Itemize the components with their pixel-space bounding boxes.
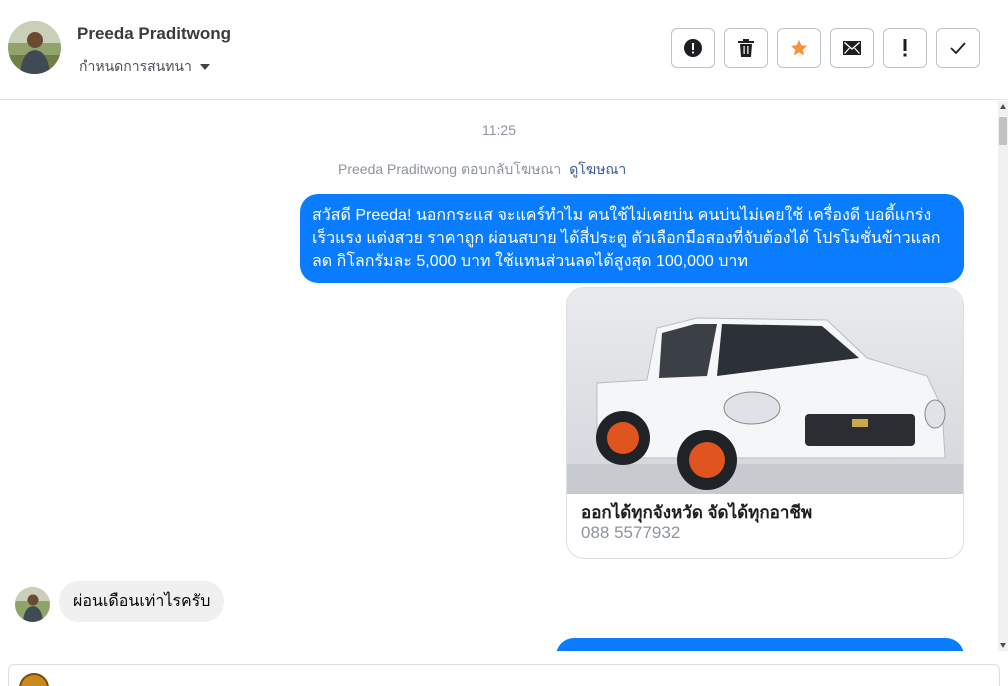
- contact-avatar[interactable]: [8, 21, 61, 74]
- contact-avatar-small: [15, 587, 50, 622]
- ad-card-title: ออกได้ทุกจังหวัด จัดได้ทุกอาชีพ: [581, 503, 813, 522]
- outgoing-message-bubble-partial[interactable]: [556, 638, 964, 651]
- chevron-down-icon: [199, 64, 210, 70]
- message-timestamp: 11:25: [482, 122, 516, 138]
- outgoing-message-bubble[interactable]: สวัสดี Preeda! นอกกระแส จะแคร์ทำไม คนใช้…: [300, 194, 964, 283]
- star-button[interactable]: [777, 28, 821, 68]
- ad-reply-notice: Preeda Praditwong ตอบกลับโฆษณา ดูโฆษณา: [338, 159, 626, 181]
- star-icon: [790, 39, 808, 56]
- delete-button[interactable]: [724, 28, 768, 68]
- mark-spam-button[interactable]: [671, 28, 715, 68]
- scroll-up-arrow-icon[interactable]: [1000, 104, 1006, 109]
- follow-up-button[interactable]: [883, 28, 927, 68]
- conversation-header: Preeda Praditwong กำหนดการสนทนา: [0, 0, 1008, 100]
- ad-card[interactable]: ออกได้ทุกจังหวัด จัดได้ทุกอาชีพ 088 5577…: [566, 287, 964, 559]
- envelope-icon: [843, 41, 861, 55]
- conversation-settings-dropdown[interactable]: กำหนดการสนทนา: [79, 56, 210, 78]
- trash-icon: [738, 39, 754, 57]
- car-image: [567, 288, 963, 494]
- scroll-down-arrow-icon[interactable]: [1000, 643, 1006, 648]
- header-actions: [671, 28, 980, 68]
- page-avatar-icon: [19, 673, 49, 686]
- exclamation-icon: [903, 39, 907, 57]
- ad-reply-text: Preeda Praditwong ตอบกลับโฆษณา: [338, 161, 562, 177]
- view-ad-link[interactable]: ดูโฆษณา: [569, 161, 626, 177]
- alert-circle-icon: [684, 39, 702, 57]
- conversation-settings-label: กำหนดการสนทนา: [79, 58, 192, 74]
- incoming-message-bubble[interactable]: ผ่อนเดือนเท่าไรครับ: [59, 581, 225, 622]
- mark-done-button[interactable]: [936, 28, 980, 68]
- message-composer[interactable]: [8, 664, 1000, 686]
- contact-name[interactable]: Preeda Praditwong: [77, 24, 231, 44]
- scrollbar-thumb[interactable]: [999, 117, 1007, 145]
- message-thread[interactable]: 11:25 Preeda Praditwong ตอบกลับโฆษณา ดูโ…: [0, 101, 998, 651]
- check-icon: [950, 42, 966, 54]
- ad-card-phone: 088 5577932: [581, 523, 681, 542]
- thread-scrollbar[interactable]: [998, 101, 1008, 651]
- mark-unread-button[interactable]: [830, 28, 874, 68]
